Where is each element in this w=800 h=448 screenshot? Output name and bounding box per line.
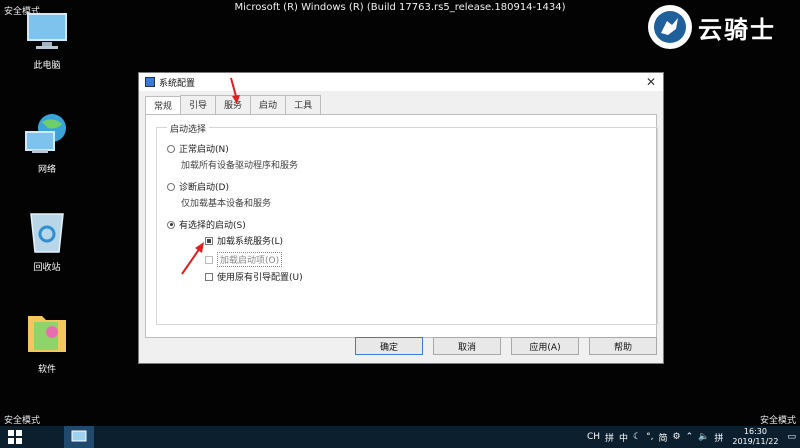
tab-startup[interactable]: 启动 [250,95,287,114]
folder-icon [28,316,66,352]
punctuation-icon[interactable]: °, [646,432,653,442]
computer-icon [27,13,67,49]
knight-logo-icon [648,5,692,49]
safe-mode-label-bottom-left: 安全模式 [4,416,41,426]
desktop-icon-label: 回收站 [33,263,61,273]
dialog-titlebar[interactable]: 系统配置 ✕ [139,73,663,91]
notification-icon[interactable]: ▭ [787,432,796,442]
radio-label: 诊断启动(D) [179,183,229,193]
radio-description: 加载所有设备驱动程序和服务 [181,161,299,171]
ime-pinyin[interactable]: 拼 [605,431,614,444]
radio-diagnostic-startup[interactable]: 诊断启动(D) [167,180,229,193]
group-title: 启动选择 [167,122,210,135]
radio-label: 正常启动(N) [179,145,229,155]
desktop-icon-software[interactable]: 软件 [12,308,82,375]
close-icon[interactable]: ✕ [639,75,663,89]
desktop-icon-label: 软件 [37,365,56,375]
network-icon [25,114,66,153]
radio-button[interactable] [167,220,175,229]
radio-normal-startup[interactable]: 正常启动(N) [167,142,229,155]
moon-icon[interactable]: ☾ [633,432,641,442]
radio-button[interactable] [167,182,175,191]
settings-icon[interactable]: ⚙ [673,432,681,442]
windows-logo-icon [8,430,22,444]
tab-strip: 常规 引导 服务 启动 工具 [139,91,663,115]
annotation-arrow-icon [230,77,240,104]
cancel-button[interactable]: 取消 [433,337,501,355]
check-use-original-boot-config[interactable]: 使用原有引导配置(U) [205,270,303,283]
check-load-startup-items[interactable]: 加载启动项(O) [205,252,283,267]
clock[interactable]: 16:30 2019/11/22 [732,427,778,447]
desktop-icon-label: 网络 [37,165,56,175]
help-button[interactable]: 帮助 [589,337,657,355]
checkbox-label: 加载系统服务(L) [217,237,284,247]
taskbar: CH 拼 中 ☾ °, 简 ⚙ ⌃ 🔈 拼 16:30 2019/11/22 ▭ [0,426,800,448]
volume-icon[interactable]: 🔈 [698,432,709,442]
taskbar-app-msconfig[interactable] [64,426,94,448]
checkbox-label: 使用原有引导配置(U) [217,273,303,283]
tab-boot[interactable]: 引导 [180,95,217,114]
brand-logo: 云骑士 [648,2,798,52]
msconfig-icon [145,77,155,87]
desktop-icon-this-pc[interactable]: 此电脑 [12,12,82,71]
annotation-arrow-icon [181,242,204,275]
chevron-up-icon[interactable]: ⌃ [686,432,694,442]
msconfig-icon [71,430,87,442]
radio-selective-startup[interactable]: 有选择的启动(S) [167,218,246,231]
general-panel: 启动选择 正常启动(N) 加载所有设备驱动程序和服务 诊断启动(D) 仅加载基本… [145,114,658,338]
radio-description: 仅加载基本设备和服务 [181,199,272,209]
dialog-title: 系统配置 [159,78,196,89]
desktop-icon-label: 此电脑 [33,61,61,71]
system-config-dialog: 系统配置 ✕ 常规 引导 服务 启动 工具 启动选择 正常启动(N) 加载所有设… [138,72,664,364]
recycle-bin-icon [30,213,64,253]
dialog-buttons: 确定 取消 应用(A) 帮助 [355,337,657,355]
ime-indicator[interactable]: 拼 [714,431,723,444]
desktop-icon-network[interactable]: 网络 [12,112,82,175]
lang-indicator[interactable]: CH [587,432,600,442]
startup-selection-group: 启动选择 正常启动(N) 加载所有设备驱动程序和服务 诊断启动(D) 仅加载基本… [156,122,658,325]
start-button[interactable] [0,426,30,448]
radio-label: 有选择的启动(S) [179,221,246,231]
ok-button[interactable]: 确定 [355,337,423,355]
clock-time: 16:30 [743,427,767,436]
clock-date: 2019/11/22 [732,437,779,446]
system-tray: CH 拼 中 ☾ °, 简 ⚙ ⌃ 🔈 拼 16:30 2019/11/22 ▭ [587,427,800,447]
apply-button[interactable]: 应用(A) [511,337,579,355]
tab-tools[interactable]: 工具 [285,95,322,114]
ime-mode[interactable]: 中 [619,431,628,444]
desktop-icon-recycle-bin[interactable]: 回收站 [12,208,82,273]
checkbox-label: 加载启动项(O) [217,252,283,267]
radio-button[interactable] [167,144,175,153]
brand-name: 云骑士 [698,15,776,44]
check-load-system-services[interactable]: 加载系统服务(L) [205,234,283,247]
tab-general[interactable]: 常规 [145,96,182,115]
safe-mode-label-bottom-right: 安全模式 [759,416,796,426]
ime-simplified[interactable]: 简 [659,431,668,444]
